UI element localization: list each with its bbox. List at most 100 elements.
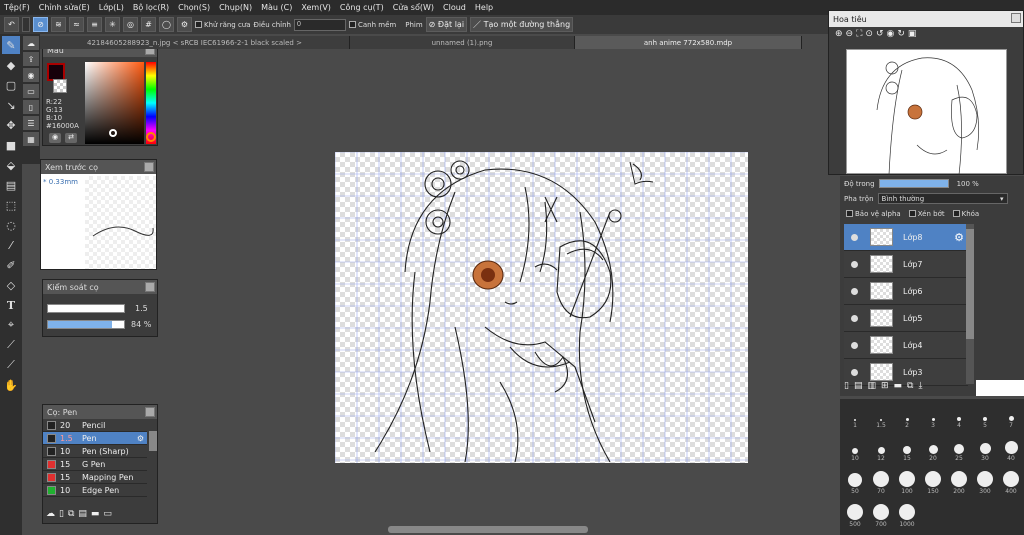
menu-item-5[interactable]: Chụp(N) <box>219 3 252 12</box>
lock-checkbox[interactable]: Khóa <box>952 210 979 218</box>
menu-item-2[interactable]: Lớp(L) <box>99 3 124 12</box>
navigator-thumbnail[interactable] <box>846 49 1007 176</box>
document-button[interactable]: ▯ <box>23 100 39 114</box>
comment-button[interactable]: ◉ <box>23 68 39 82</box>
eyedropper-tool[interactable]: ⟋ <box>2 336 20 354</box>
brush-mode-parallel[interactable]: ≡ <box>87 17 102 32</box>
opacity-slider[interactable] <box>47 320 125 329</box>
delete-icon[interactable]: ▭ <box>103 509 112 519</box>
brush-size-cell[interactable]: 3 <box>920 405 946 429</box>
reset-button[interactable]: ⊘ Đặt lại <box>425 17 468 32</box>
grid-button[interactable]: ▦ <box>23 132 39 146</box>
line-tool[interactable]: ↘ <box>2 96 20 114</box>
correction-input[interactable] <box>294 18 346 31</box>
antialias-checkbox[interactable]: Khử răng cưa <box>195 21 251 29</box>
brush-item[interactable]: 1.5 Pen ⚙ <box>43 432 147 445</box>
text-tool[interactable]: T <box>2 296 20 314</box>
brush-size-cell[interactable]: 150 <box>920 471 946 495</box>
brush-size-cell[interactable]: 1.5 <box>868 405 894 429</box>
folder-icon[interactable]: ▬ <box>91 509 100 519</box>
shift-tool[interactable]: ⟋ <box>2 356 20 374</box>
new-halftone-layer-icon[interactable]: ▤ <box>854 381 863 391</box>
layer-list-button[interactable]: ☰ <box>23 116 39 130</box>
menu-item-10[interactable]: Cloud <box>443 3 466 12</box>
settings-icon[interactable]: ▤ <box>78 509 87 519</box>
brush-size-cell[interactable]: 7 <box>998 405 1024 429</box>
tab-document-3[interactable]: anh anime 772x580.mdp <box>575 36 802 49</box>
layer-row[interactable]: Lớp8 ⚙ <box>844 224 968 251</box>
brush-size-cell[interactable]: 5 <box>972 405 998 429</box>
eye-icon[interactable] <box>851 260 858 268</box>
clipping-checkbox[interactable]: Xén bớt <box>908 210 945 218</box>
new-1bit-layer-icon[interactable]: ▥ <box>867 381 876 391</box>
duplicate-layer-icon[interactable]: ⧉ <box>907 381 913 391</box>
brush-size-cell[interactable]: 1000 <box>894 504 920 528</box>
brush-mode-gear[interactable]: ⚙ <box>177 17 192 32</box>
drawing-canvas[interactable] <box>335 152 748 463</box>
hue-slider[interactable] <box>146 62 156 144</box>
cloud-button[interactable]: ☁ <box>23 36 39 50</box>
brush-item[interactable]: 10 Edge Pen <box>43 484 147 497</box>
layer-row[interactable]: Lớp5 <box>844 305 968 332</box>
menu-item-4[interactable]: Chọn(S) <box>178 3 210 12</box>
eye-icon[interactable] <box>851 233 858 241</box>
brush-item[interactable]: 10 Pen (Sharp) <box>43 445 147 458</box>
gear-icon[interactable]: ⚙ <box>137 434 144 443</box>
brush-size-cell[interactable]: 15 <box>894 438 920 462</box>
layer-scrollbar-thumb[interactable] <box>966 229 974 339</box>
menu-item-7[interactable]: Xem(V) <box>301 3 331 12</box>
scrollbar[interactable] <box>149 431 157 451</box>
menu-item-8[interactable]: Công cụ(T) <box>340 3 384 12</box>
brush-item[interactable]: 20 Pencil <box>43 419 147 432</box>
brush-size-cell[interactable]: 12 <box>868 438 894 462</box>
folder-icon[interactable]: ▬ <box>894 381 903 391</box>
fill-rect-tool[interactable]: ■ <box>2 136 20 154</box>
brush-size-cell[interactable]: 200 <box>946 471 972 495</box>
brush-size-cell[interactable]: 100 <box>894 471 920 495</box>
size-slider[interactable] <box>47 304 125 313</box>
swap-button[interactable]: ⇄ <box>65 133 77 143</box>
brush-item[interactable]: 15 Mapping Pen <box>43 471 147 484</box>
brush-size-cell[interactable]: 50 <box>842 471 868 495</box>
picker-cursor[interactable] <box>109 129 117 137</box>
brush-size-cell[interactable]: 40 <box>998 438 1024 462</box>
merge-down-icon[interactable]: ⤓ <box>918 381 922 391</box>
zoom-out-icon[interactable]: ⊖ <box>846 29 854 41</box>
select-pen-tool[interactable]: ✐ <box>2 256 20 274</box>
add-layer-menu-icon[interactable]: ⊞ <box>881 381 889 391</box>
menu-item-3[interactable]: Bộ lọc(R) <box>133 3 169 12</box>
menu-item-1[interactable]: Chỉnh sửa(E) <box>39 3 90 12</box>
layer-row[interactable]: Lớp4 <box>844 332 968 359</box>
brush-button[interactable]: ▭ <box>23 84 39 98</box>
close-icon[interactable] <box>145 282 155 292</box>
gear-icon[interactable]: ⚙ <box>954 231 964 244</box>
layer-scrollbar-track[interactable] <box>966 224 974 384</box>
brush-size-cell[interactable]: 700 <box>868 504 894 528</box>
brush-size-cell[interactable]: 4 <box>946 405 972 429</box>
tab-document-2[interactable]: unnamed (1).png <box>350 36 575 49</box>
close-icon[interactable] <box>1011 13 1021 23</box>
brush-mode-concentric[interactable]: ◎ <box>123 17 138 32</box>
flip-icon[interactable]: ▣ <box>908 29 917 41</box>
eyedrop-button[interactable]: ◉ <box>49 133 61 143</box>
copy-brush-icon[interactable]: ⧉ <box>68 509 74 519</box>
eye-icon[interactable] <box>851 314 858 322</box>
menu-item-0[interactable]: Tệp(F) <box>4 3 30 12</box>
menu-item-9[interactable]: Cửa sổ(W) <box>393 3 434 12</box>
brush-size-cell[interactable]: 70 <box>868 471 894 495</box>
brush-size-cell[interactable]: 10 <box>842 438 868 462</box>
brush-size-cell[interactable]: 400 <box>998 471 1024 495</box>
brush-size-cell[interactable]: 25 <box>946 438 972 462</box>
bucket-tool[interactable]: ⬙ <box>2 156 20 174</box>
new-layer-icon[interactable]: ▯ <box>844 381 849 391</box>
pen-tool[interactable]: ✎ <box>2 36 20 54</box>
brush-size-cell[interactable]: 1 <box>842 405 868 429</box>
new-line-button[interactable]: ／ Tạo một đường thẳng <box>470 17 574 32</box>
menu-item-6[interactable]: Màu (C) <box>261 3 292 12</box>
hue-cursor[interactable] <box>146 132 156 142</box>
menu-item-11[interactable]: Help <box>475 3 493 12</box>
blend-select[interactable]: Bình thường ▾ <box>877 193 1008 204</box>
eraser-tool[interactable]: ◆ <box>2 56 20 74</box>
undo-button[interactable]: ↶ <box>4 17 19 32</box>
cloud-upload-icon[interactable]: ☁ <box>46 509 55 519</box>
